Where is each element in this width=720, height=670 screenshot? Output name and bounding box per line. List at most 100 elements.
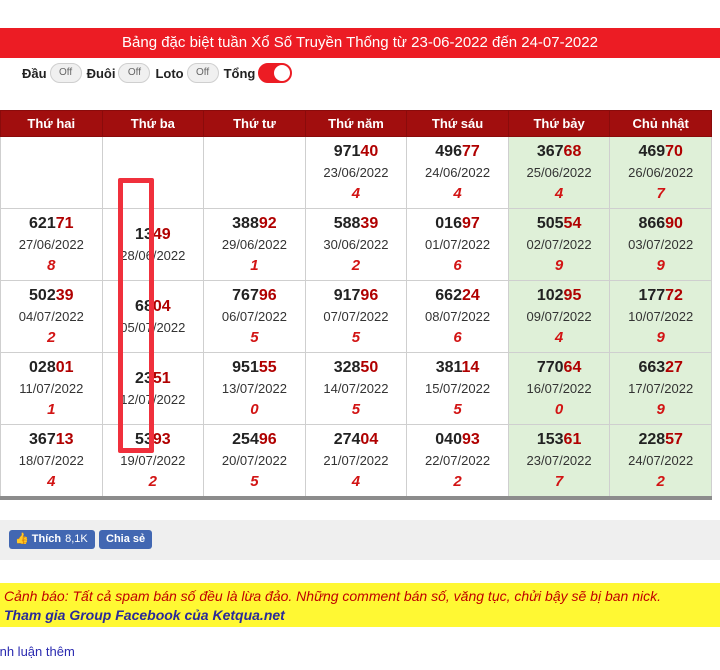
result-sum: 4: [47, 472, 56, 490]
result-sum: 5: [250, 472, 259, 490]
result-date: 25/06/2022: [526, 164, 592, 180]
facebook-share-button[interactable]: Chia sẻ: [99, 530, 153, 549]
number-tail: 68: [563, 142, 582, 160]
result-number: 49677: [407, 141, 508, 163]
column-header: Thứ sáu: [406, 110, 509, 137]
result-date: 19/07/2022: [120, 452, 186, 468]
result-date: 20/07/2022: [221, 452, 287, 468]
result-number: 10295: [509, 285, 610, 307]
result-date: 27/06/2022: [18, 236, 84, 252]
number-tail: 50: [360, 358, 379, 376]
result-number: 04093: [407, 429, 508, 451]
number-head: 040: [435, 430, 462, 448]
number-tail: 77: [461, 142, 480, 160]
facebook-like-button[interactable]: 👍 Thích 8,1K: [9, 530, 95, 549]
number-tail: 49: [152, 225, 171, 243]
result-number: 25496: [204, 429, 305, 451]
number-tail: 04: [360, 430, 379, 448]
warning-box: Cảnh báo: Tất cả spam bán số đều là lừa …: [0, 583, 720, 627]
result-sum: 0: [250, 400, 259, 418]
toggle-duoi[interactable]: Off: [118, 63, 151, 83]
result-cell: 95155 13/07/2022 0: [203, 352, 306, 425]
number-head: 662: [435, 286, 462, 304]
result-number: 66224: [407, 285, 508, 307]
number-head: 016: [435, 214, 462, 232]
result-cell: [203, 136, 306, 209]
number-head: 621: [29, 214, 56, 232]
number-tail: 64: [563, 358, 582, 376]
result-number: 76796: [204, 285, 305, 307]
result-date: 02/07/2022: [526, 236, 592, 252]
result-number: 36768: [509, 141, 610, 163]
number-tail: 54: [563, 214, 582, 232]
result-number: 95155: [204, 357, 305, 379]
result-number: 46970: [610, 141, 711, 163]
result-sum: 9: [656, 328, 665, 346]
toggle-label-dau: Đầu: [22, 65, 47, 81]
number-head: 767: [232, 286, 259, 304]
number-head: 228: [638, 430, 666, 448]
result-sum: 4: [351, 472, 361, 490]
result-cell: 49677 24/06/2022 4: [406, 136, 509, 209]
number-tail: 97: [461, 214, 480, 232]
facebook-group-link[interactable]: Tham gia Group Facebook của Ketqua.net: [4, 605, 716, 625]
toggle-label-tong: Tổng: [223, 65, 256, 81]
number-tail: 01: [55, 358, 74, 376]
table-row: 36713 18/07/2022 4 5393 19/07/2022 2 25496 20/0…: [0, 424, 712, 497]
number-tail: 92: [258, 214, 277, 232]
toggle-label-duoi: Đuôi: [86, 65, 116, 81]
number-head: 177: [638, 286, 666, 304]
like-label: Thích: [31, 533, 62, 545]
toggle-loto[interactable]: Off: [186, 63, 219, 83]
result-number: 38892: [204, 213, 305, 235]
result-number: 91796: [306, 285, 407, 307]
column-header: Thứ ba: [101, 110, 205, 137]
number-tail: 93: [152, 430, 171, 448]
column-header: Thứ tư: [203, 110, 306, 137]
result-sum: 5: [351, 328, 361, 346]
number-tail: 51: [152, 369, 171, 387]
result-cell: 50554 02/07/2022 9: [507, 208, 611, 281]
result-sum: 6: [453, 256, 462, 274]
number-tail: 95: [563, 286, 582, 304]
result-number: 62171: [1, 213, 102, 235]
result-date: 18/07/2022: [18, 452, 84, 468]
result-number: 02801: [1, 357, 102, 379]
page: Bảng đặc biệt tuần Xổ Số Truyền Thống từ…: [0, 0, 720, 670]
result-cell: 77064 16/07/2022 0: [507, 352, 611, 425]
column-header: Chủ nhật: [609, 110, 712, 137]
column-header: Thứ bảy: [507, 110, 611, 137]
result-date: 03/07/2022: [628, 236, 694, 252]
result-number: 17772: [610, 285, 711, 307]
result-cell: 66224 08/07/2022 6: [406, 280, 509, 353]
number-head: 254: [232, 430, 259, 448]
result-date: 30/06/2022: [323, 236, 389, 252]
like-count: 8,1K: [65, 533, 88, 545]
result-cell: 04093 22/07/2022 2: [406, 424, 509, 497]
toggle-dau[interactable]: Off: [49, 63, 82, 83]
number-tail: 90: [665, 214, 683, 232]
result-date: 16/07/2022: [526, 380, 592, 396]
number-head: 028: [29, 358, 56, 376]
result-sum: 5: [250, 328, 259, 346]
result-cell: 76796 06/07/2022 5: [203, 280, 306, 353]
result-number: 32850: [306, 357, 407, 379]
result-date: 22/07/2022: [424, 452, 491, 468]
result-date: 09/07/2022: [526, 308, 592, 324]
result-cell: [0, 136, 103, 209]
more-comments-link[interactable]: ình luận thêm: [0, 644, 75, 659]
toggle-tong[interactable]: [258, 63, 293, 83]
result-cell: 22857 24/07/2022 2: [609, 424, 712, 497]
result-sum: 8: [47, 256, 56, 274]
result-date: 24/06/2022: [424, 164, 491, 180]
result-date: 29/06/2022: [221, 236, 287, 252]
number-head: 388: [232, 214, 259, 232]
result-sum: 2: [656, 472, 665, 490]
table-header-row: Thứ hai Thứ ba Thứ tư Thứ năm Thứ sáu Thứ bảy…: [0, 110, 712, 137]
result-sum: 7: [554, 472, 564, 490]
table-bottom-bar: [0, 496, 712, 500]
result-number: 50239: [1, 285, 102, 307]
result-sum: 4: [351, 184, 361, 202]
result-sum: 9: [656, 256, 665, 274]
number-tail: 96: [360, 286, 379, 304]
